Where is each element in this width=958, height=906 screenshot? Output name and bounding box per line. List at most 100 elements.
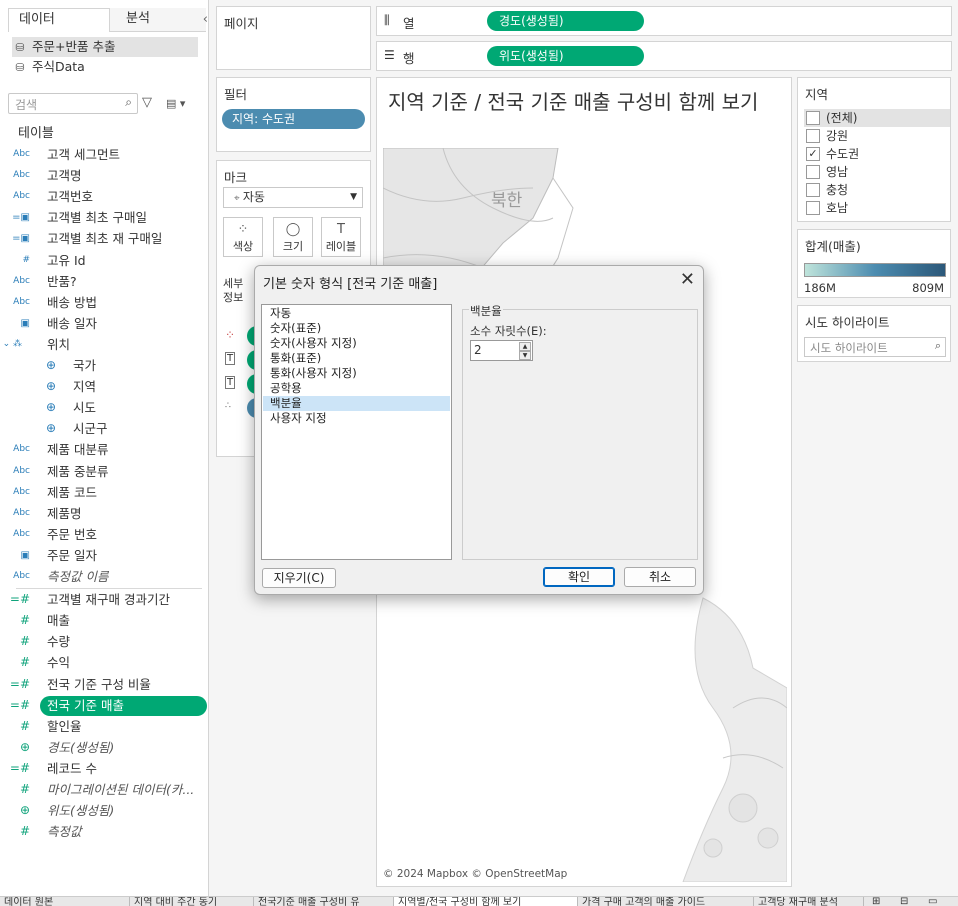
sheet-tab[interactable]: 가격 구매 고객의 매출 가이드 [578, 897, 754, 906]
dimension-field[interactable]: Abc 고객명 [0, 165, 208, 186]
format-option[interactable]: 백분율 [263, 396, 450, 411]
sheet-tab[interactable]: 전국기준 매출 구성비 유 [254, 897, 394, 906]
datasource-item[interactable]: ⛁ 주문+반품 추출 [12, 37, 198, 57]
measure-field[interactable]: # 마이그레이션된 데이터(카... [0, 779, 208, 800]
sheet-tab[interactable]: 지역 대비 주간 동기 [130, 897, 254, 906]
measure-field[interactable]: ⊕ 위도(생성됨) [0, 800, 208, 821]
dimension-field[interactable]: ⌄ ⁂ 위치 [0, 334, 208, 355]
cancel-button[interactable]: 취소 [624, 567, 696, 587]
decimal-places-input[interactable]: 2 ▲ ▼ [470, 340, 533, 361]
measure-field[interactable]: ⊕ 경도(생성됨) [0, 737, 208, 758]
view-options-icon[interactable]: ▤ ▾ [166, 97, 185, 110]
format-option[interactable]: 통화(표준) [263, 351, 450, 366]
checkbox-icon[interactable] [806, 111, 820, 125]
tab-datasource[interactable]: 데이터 원본 [0, 897, 130, 906]
checkbox-checked-icon[interactable]: ✓ [806, 147, 820, 161]
format-option[interactable]: 통화(사용자 지정) [263, 366, 450, 381]
dimension-field[interactable]: Abc 제품 코드 [0, 482, 208, 503]
checkbox-icon[interactable] [806, 201, 820, 215]
filter-pill[interactable]: 지역: 수도권 [222, 109, 365, 129]
measure-field[interactable]: =# 전국 기준 구성 비율 [0, 674, 208, 695]
region-option[interactable]: 충청 [804, 181, 950, 199]
dimension-field[interactable]: ⊕ 시군구 [0, 418, 208, 439]
checkbox-icon[interactable] [806, 129, 820, 143]
dimension-field[interactable]: ⊕ 지역 [0, 376, 208, 397]
dimension-field[interactable]: Abc 제품 중분류 [0, 461, 208, 482]
sheet-title[interactable]: 지역 기준 / 전국 기준 매출 구성비 함께 보기 [388, 88, 768, 116]
dimension-field[interactable]: ▣ 배송 일자 [0, 313, 208, 334]
dimension-field[interactable]: ⊕ 시도 [0, 397, 208, 418]
map-attribution[interactable]: © 2024 Mapbox © OpenStreetMap [383, 868, 567, 880]
new-dashboard-icon[interactable]: ⊟ [900, 897, 908, 906]
checkbox-icon[interactable] [806, 165, 820, 179]
map-mark-icon: ⌖ [234, 193, 243, 204]
tab-analysis[interactable]: 분석 [110, 8, 206, 32]
dimension-field[interactable]: Abc 배송 방법 [0, 292, 208, 313]
measure-field[interactable]: =# 고객별 재구매 경과기간 [0, 589, 208, 610]
dimension-field[interactable]: # 고유 Id [0, 250, 208, 271]
detail-button[interactable]: 세부 정보 [223, 277, 243, 305]
ok-button[interactable]: 확인 [543, 567, 615, 587]
region-option[interactable]: 강원 [804, 127, 950, 145]
measure-field[interactable]: # 매출 [0, 610, 208, 631]
text-mark-icon: T [225, 352, 236, 365]
format-list[interactable]: 자동 숫자(표준) 숫자(사용자 지정) 통화(표준) 통화(사용자 지정) 공학용 백분율… [261, 304, 452, 560]
rows-pill[interactable]: 위도(생성됨) [487, 46, 644, 66]
new-sheet-icon[interactable]: ⊞ [872, 897, 880, 906]
format-option[interactable]: 숫자(표준) [263, 321, 450, 336]
hierarchy-icon: ⌄ ⁂ [2, 338, 22, 349]
dimension-field[interactable]: Abc 반품? [0, 271, 208, 292]
format-option[interactable]: 사용자 지정 [263, 411, 450, 426]
collapse-pane-icon[interactable]: ‹ [203, 12, 208, 27]
measure-field[interactable]: =# 레코드 수 [0, 758, 208, 779]
new-story-icon[interactable]: ▭ [928, 897, 937, 906]
dimension-field[interactable]: Abc 주문 번호 [0, 524, 208, 545]
dimension-field[interactable]: Abc 고객 세그먼트 [0, 144, 208, 165]
rows-shelf[interactable]: ☰ 행 위도(생성됨) [376, 41, 952, 71]
measure-field[interactable]: # 측정값 [0, 821, 208, 842]
tab-data[interactable]: 데이터 [8, 8, 110, 32]
highlight-input[interactable]: 시도 하이라이트 ⌕ [804, 337, 946, 357]
spin-up-icon[interactable]: ▲ [519, 342, 531, 351]
filter-icon[interactable]: ▽ [142, 95, 152, 110]
format-option[interactable]: 자동 [263, 306, 450, 321]
dimension-field[interactable]: Abc 제품명 [0, 503, 208, 524]
geo-icon: ⊕ [19, 803, 30, 818]
search-icon: ⌕ [125, 95, 132, 109]
dimension-field[interactable]: Abc 제품 대분류 [0, 439, 208, 460]
close-icon[interactable]: ✕ [680, 269, 695, 290]
mark-type-dropdown[interactable]: ⌖ 자동 ▼ [223, 187, 363, 208]
size-button[interactable]: ◯ 크기 [273, 217, 313, 257]
number-icon: # [19, 824, 30, 839]
format-option[interactable]: 공학용 [263, 381, 450, 396]
color-button[interactable]: ⁘ 색상 [223, 217, 263, 257]
checkbox-icon[interactable] [806, 183, 820, 197]
region-option[interactable]: ✓ 수도권 [804, 145, 950, 163]
measure-field[interactable]: # 수익 [0, 652, 208, 673]
sheet-tab[interactable]: 고객당 재구매 분석 [754, 897, 864, 906]
sheet-tab-active[interactable]: 지역별/전국 구성비 함께 보기 [394, 897, 578, 906]
measure-field[interactable]: =# 전국 기준 매출 [0, 695, 208, 716]
pages-shelf[interactable]: 페이지 [216, 6, 371, 70]
dimension-field[interactable]: =▣ 고객별 최초 재 구매일 [0, 228, 208, 249]
measure-field[interactable]: # 할인율 [0, 716, 208, 737]
dimension-field[interactable]: Abc 측정값 이름 [0, 566, 208, 587]
dimension-field[interactable]: ▣ 주문 일자 [0, 545, 208, 566]
columns-shelf[interactable]: ⫼ 열 경도(생성됨) [376, 6, 952, 36]
search-input[interactable]: 검색 ⌕ [8, 93, 138, 114]
spin-down-icon[interactable]: ▼ [519, 351, 531, 360]
region-option[interactable]: 영남 [804, 163, 950, 181]
number-icon: # [19, 613, 30, 628]
clear-button[interactable]: 지우기(C) [262, 568, 336, 588]
format-option[interactable]: 숫자(사용자 지정) [263, 336, 450, 351]
dimension-field[interactable]: ⊕ 국가 [0, 355, 208, 376]
measure-field[interactable]: # 수량 [0, 631, 208, 652]
filters-shelf[interactable]: 필터 지역: 수도권 [216, 77, 371, 152]
dimension-field[interactable]: Abc 고객번호 [0, 186, 208, 207]
label-button[interactable]: T 레이블 [321, 217, 361, 257]
region-option[interactable]: (전체) [804, 109, 950, 127]
columns-pill[interactable]: 경도(생성됨) [487, 11, 644, 31]
dimension-field[interactable]: =▣ 고객별 최초 구매일 [0, 207, 208, 228]
datasource-item[interactable]: ⛁ 주식Data [12, 57, 84, 77]
region-option[interactable]: 호남 [804, 199, 950, 217]
